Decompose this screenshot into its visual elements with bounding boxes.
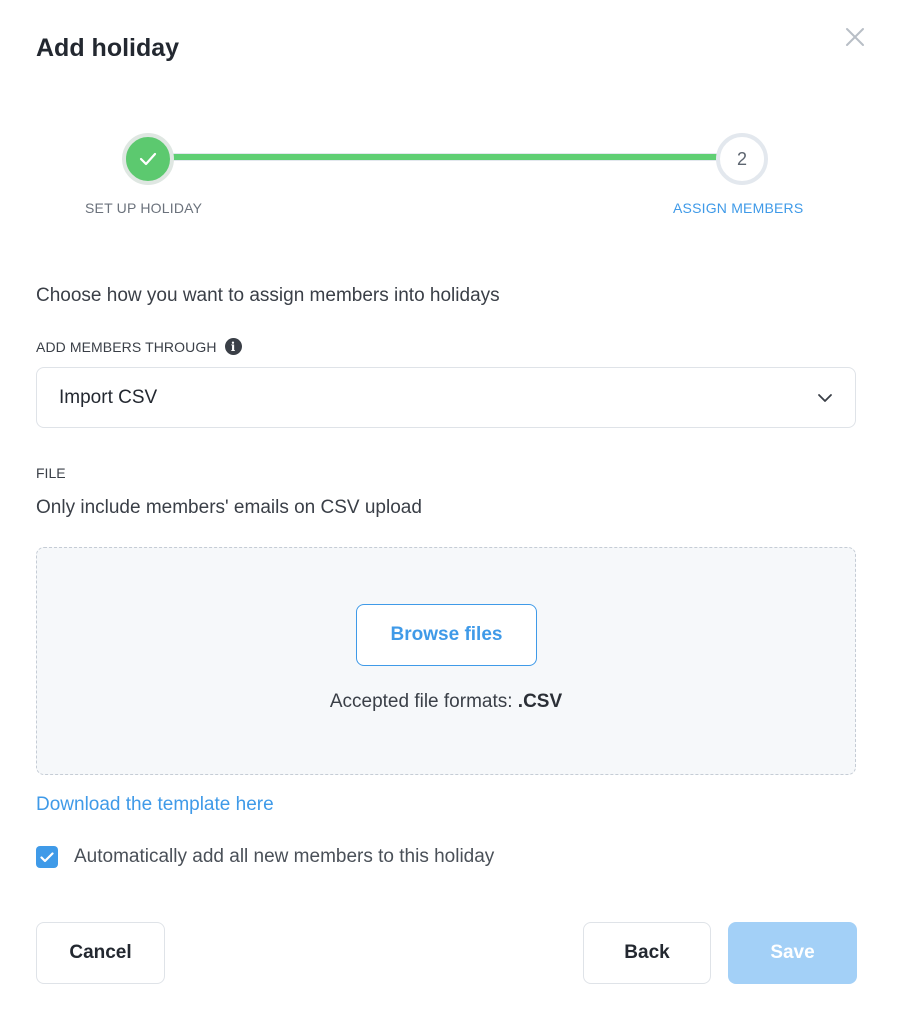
- progress-stepper: 2 SET UP HOLIDAY ASSIGN MEMBERS: [0, 120, 898, 230]
- formats-prefix: Accepted file formats:: [329, 691, 518, 712]
- auto-add-checkbox[interactable]: [36, 846, 58, 868]
- file-dropzone[interactable]: Browse files Accepted file formats: .CSV: [36, 547, 856, 775]
- auto-add-members-option[interactable]: Automatically add all new members to thi…: [36, 846, 494, 868]
- chevron-down-icon: [818, 393, 832, 402]
- field-label-text: ADD MEMBERS THROUGH: [36, 338, 217, 355]
- save-button[interactable]: Save: [728, 922, 857, 984]
- info-icon[interactable]: i: [224, 338, 242, 355]
- stepper-progress-fill: [150, 154, 742, 160]
- auto-add-label: Automatically add all new members to thi…: [74, 846, 495, 867]
- step-1-completed: [122, 133, 174, 185]
- step-2-number: 2: [736, 148, 747, 169]
- file-help-text: Only include members' emails on CSV uplo…: [36, 497, 422, 518]
- select-value: Import CSV: [59, 386, 158, 408]
- browse-files-button[interactable]: Browse files: [356, 604, 537, 666]
- add-members-method-select[interactable]: Import CSV: [36, 367, 856, 428]
- file-label: FILE: [36, 465, 66, 481]
- formats-value: .CSV: [517, 691, 563, 712]
- step-2-active: 2: [716, 133, 768, 185]
- step-2-label: ASSIGN MEMBERS: [673, 200, 804, 216]
- add-members-through-label: ADD MEMBERS THROUGH i: [36, 338, 242, 355]
- step-1-label: SET UP HOLIDAY: [85, 200, 203, 216]
- accepted-formats: Accepted file formats: .CSV: [37, 691, 855, 713]
- back-button[interactable]: Back: [583, 922, 711, 984]
- cancel-button[interactable]: Cancel: [36, 922, 165, 984]
- assign-instructions: Choose how you want to assign members in…: [36, 285, 500, 306]
- dialog-title: Add holiday: [36, 34, 180, 62]
- close-icon: [846, 28, 864, 46]
- check-icon: [139, 152, 157, 166]
- close-button[interactable]: [840, 22, 870, 52]
- download-template-link[interactable]: Download the template here: [36, 794, 274, 816]
- checkmark-icon: [40, 851, 54, 862]
